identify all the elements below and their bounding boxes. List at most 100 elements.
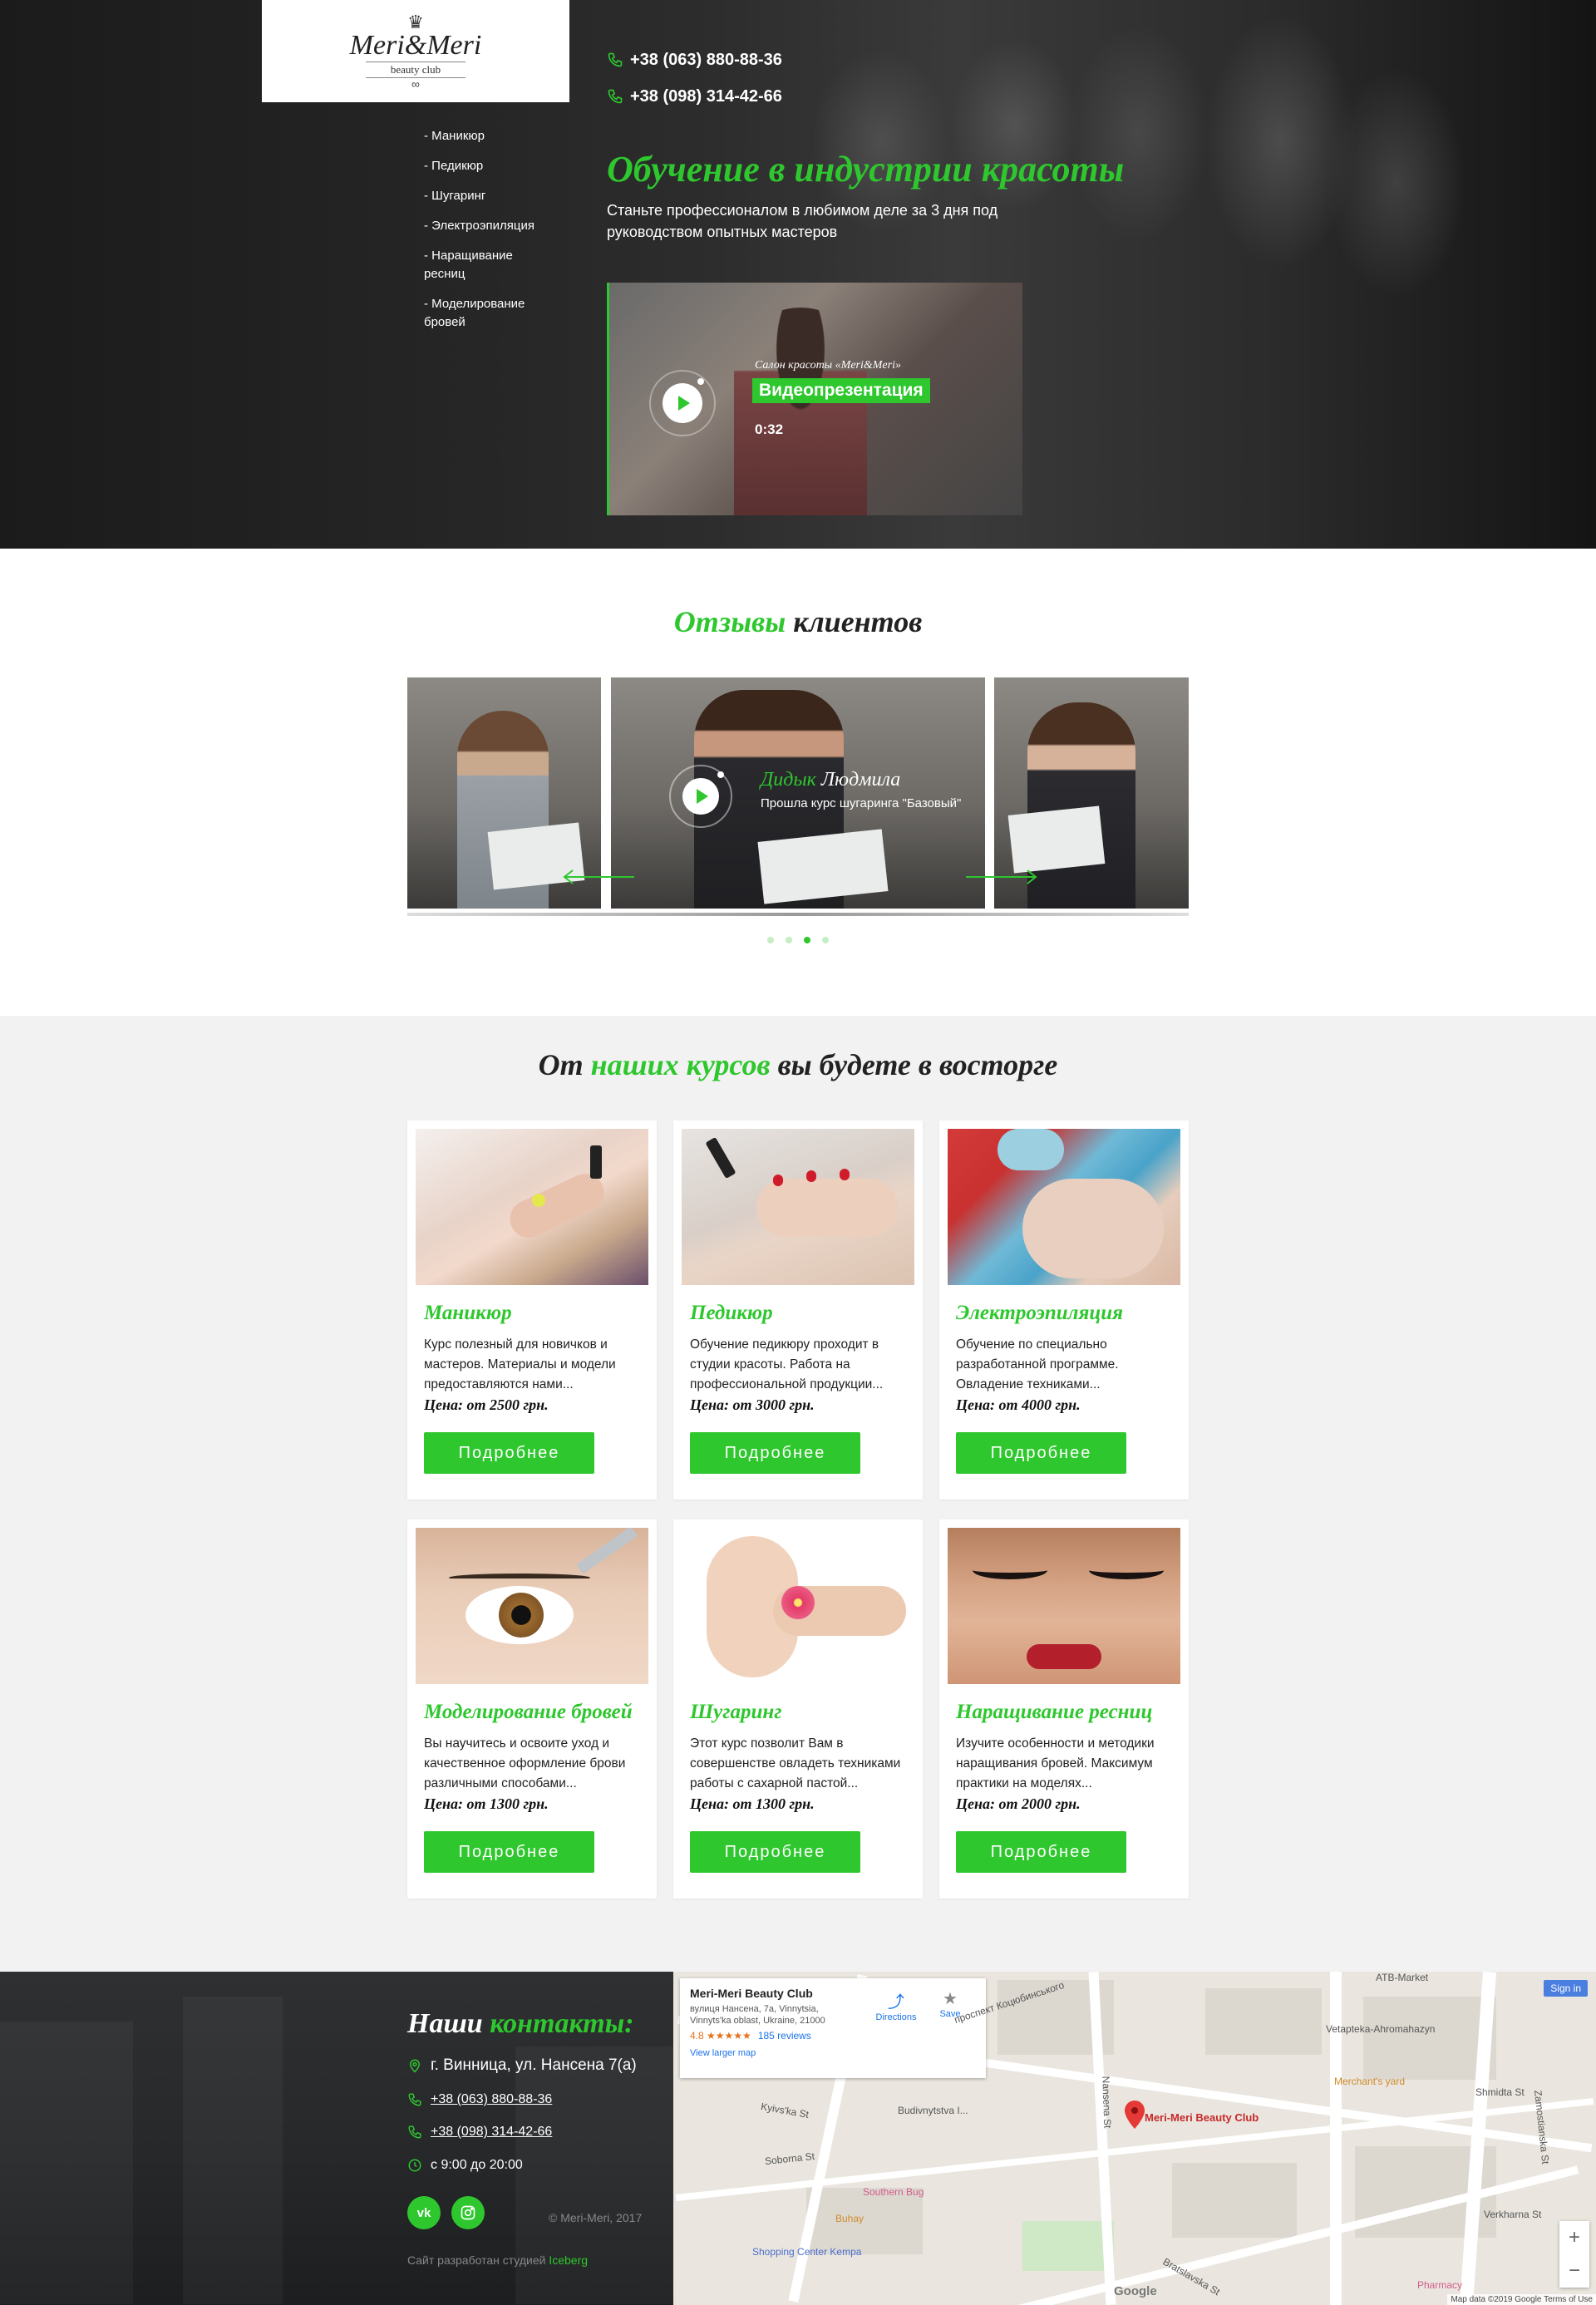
place-label: Buhay bbox=[835, 2213, 864, 2224]
reviews-title-accent: Отзывы bbox=[673, 605, 786, 638]
course-card-pedicure: Педикюр Обучение педикюру проходит в сту… bbox=[673, 1120, 923, 1500]
contact-hours: с 9:00 до 20:00 bbox=[407, 2158, 523, 2173]
play-icon bbox=[678, 396, 690, 411]
review-author-first: Дидык bbox=[761, 769, 816, 790]
reviews-title-rest: клиентов bbox=[786, 605, 923, 638]
course-price: Цена: от 1300 грн. bbox=[424, 1795, 549, 1812]
place-label: Budivnytstva I... bbox=[898, 2105, 968, 2116]
contacts-panel: Наши контакты: г. Винница, ул. Нансена 7… bbox=[0, 1972, 673, 2305]
google-logo: Google bbox=[1114, 2284, 1157, 2298]
hero-section: ♛ Meri&Meri beauty club ∞ - Маникюр - Пе… bbox=[0, 0, 1596, 549]
details-button[interactable]: Подробнее bbox=[424, 1831, 594, 1873]
course-title[interactable]: Электроэпиляция bbox=[956, 1302, 1123, 1325]
courses-section: От наших курсов вы будете в восторге Ман… bbox=[0, 1016, 1596, 1972]
reviews-slider: Дидык Людмила Прошла курс шугаринга "Баз… bbox=[407, 677, 1189, 916]
slider-divider bbox=[407, 913, 1189, 916]
phone-number: +38 (063) 880-88-36 bbox=[630, 50, 782, 69]
street-label: Nansena St bbox=[1100, 2076, 1114, 2129]
video-label: Видеопрезентация bbox=[752, 378, 930, 403]
course-title[interactable]: Шугаринг bbox=[690, 1701, 782, 1724]
hours-text: с 9:00 до 20:00 bbox=[431, 2158, 523, 2172]
phone-link-1[interactable]: +38 (063) 880-88-36 bbox=[607, 48, 782, 71]
instagram-icon[interactable] bbox=[451, 2196, 485, 2229]
details-button[interactable]: Подробнее bbox=[424, 1432, 594, 1474]
menu-item-electroepilation[interactable]: - Электроэпиляция bbox=[424, 217, 540, 235]
slider-dot[interactable] bbox=[786, 937, 792, 943]
map-reviews-link[interactable]: 185 reviews bbox=[758, 2030, 811, 2042]
contacts-title-start: Наши bbox=[407, 2008, 490, 2039]
courses-title-accent: наших курсов bbox=[590, 1048, 771, 1081]
menu-item-sugaring[interactable]: - Шугаринг bbox=[424, 187, 540, 205]
course-description: Курс полезный для новичков и мастеров. М… bbox=[424, 1337, 616, 1391]
map-credit[interactable]: Map data ©2019 Google Terms of Use bbox=[1447, 2294, 1596, 2305]
star-icon: ★ bbox=[943, 1990, 958, 2008]
slider-dot-active[interactable] bbox=[804, 937, 810, 943]
directions-label: Directions bbox=[875, 2012, 917, 2022]
course-title[interactable]: Моделирование бровей bbox=[424, 1701, 633, 1724]
contacts-title-accent: контакты: bbox=[490, 2008, 634, 2039]
contact-phone-2[interactable]: +38 (098) 314-42-66 bbox=[407, 2125, 552, 2140]
video-presentation[interactable]: Салон красоты «Meri&Meri» Видеопрезентац… bbox=[607, 283, 1022, 515]
review-course: Прошла курс шугаринга "Базовый" bbox=[761, 796, 962, 810]
vk-icon[interactable]: vk bbox=[407, 2196, 441, 2229]
course-menu: - Маникюр - Педикюр - Шугаринг - Электро… bbox=[424, 127, 540, 343]
course-description: Вы научитесь и освоите уход и качественн… bbox=[424, 1736, 626, 1790]
video-thumbnail-person bbox=[734, 308, 867, 515]
course-description: Обучение по специально разработанной про… bbox=[956, 1337, 1119, 1391]
directions-button[interactable]: ⤴ Directions bbox=[871, 1988, 921, 2022]
contact-address: г. Винница, ул. Нансена 7(а) bbox=[407, 2056, 637, 2075]
developer-link[interactable]: Iceberg bbox=[549, 2253, 588, 2267]
menu-item-eyelash-extension[interactable]: - Наращивание ресниц bbox=[424, 247, 540, 283]
video-duration: 0:32 bbox=[755, 421, 784, 437]
slider-dot[interactable] bbox=[767, 937, 774, 943]
slider-next-arrow[interactable] bbox=[964, 869, 1039, 885]
phone-link-2[interactable]: +38 (098) 314-42-66 bbox=[607, 85, 782, 108]
review-card-active[interactable]: Дидык Людмила Прошла курс шугаринга "Баз… bbox=[611, 677, 985, 909]
slider-dot[interactable] bbox=[822, 937, 829, 943]
course-title[interactable]: Наращивание ресниц bbox=[956, 1701, 1152, 1724]
contact-phone-1[interactable]: +38 (063) 880-88-36 bbox=[407, 2092, 552, 2107]
hero-phones: +38 (063) 880-88-36 +38 (098) 314-42-66 bbox=[607, 48, 782, 121]
place-label: Merchant's yard bbox=[1334, 2076, 1405, 2087]
course-price: Цена: от 4000 грн. bbox=[956, 1396, 1081, 1413]
developer-text: Сайт разработан студией bbox=[407, 2253, 549, 2267]
clock-icon bbox=[407, 2158, 422, 2173]
zoom-out-button[interactable]: − bbox=[1559, 2254, 1589, 2288]
details-button[interactable]: Подробнее bbox=[956, 1432, 1126, 1474]
map-rating: 4.8 ★★★★★ 185 reviews bbox=[690, 2030, 976, 2042]
phone-icon bbox=[407, 2125, 422, 2140]
play-button[interactable] bbox=[649, 370, 716, 436]
zoom-in-button[interactable]: + bbox=[1559, 2221, 1589, 2254]
course-description: Изучите особенности и методики наращиван… bbox=[956, 1736, 1155, 1790]
courses-title: От наших курсов вы будете в восторге bbox=[0, 1047, 1596, 1082]
slider-prev-arrow[interactable] bbox=[561, 869, 636, 885]
menu-item-pedicure[interactable]: - Педикюр bbox=[424, 157, 540, 175]
course-image-sugaring bbox=[682, 1528, 914, 1684]
menu-item-manicure[interactable]: - Маникюр bbox=[424, 127, 540, 145]
crown-icon: ♛ bbox=[407, 11, 424, 32]
map-pin-icon[interactable] bbox=[1125, 2101, 1145, 2129]
map-sign-in-button[interactable]: Sign in bbox=[1544, 1980, 1588, 1997]
phone-icon bbox=[607, 52, 623, 68]
menu-item-brow-modeling[interactable]: - Моделирование бровей bbox=[424, 295, 540, 332]
course-card-manicure: Маникюр Курс полезный для новичков и мас… bbox=[407, 1120, 657, 1500]
course-description: Обучение педикюру проходит в студии крас… bbox=[690, 1337, 884, 1391]
contacts-title: Наши контакты: bbox=[407, 2008, 634, 2040]
footer: Наши контакты: г. Винница, ул. Нансена 7… bbox=[0, 1972, 1596, 2305]
details-button[interactable]: Подробнее bbox=[956, 1831, 1126, 1873]
logo[interactable]: ♛ Meri&Meri beauty club ∞ bbox=[262, 0, 569, 102]
course-card-sugaring: Шугаринг Этот курс позволит Вам в соверш… bbox=[673, 1519, 923, 1899]
play-button[interactable] bbox=[669, 765, 732, 828]
details-button[interactable]: Подробнее bbox=[690, 1432, 860, 1474]
courses-title-end: вы будете в восторге bbox=[770, 1048, 1058, 1081]
flourish-icon: ∞ bbox=[411, 76, 420, 91]
details-button[interactable]: Подробнее bbox=[690, 1831, 860, 1873]
google-map[interactable]: Meri-Meri Beauty Club вулиця Нансена, 7а… bbox=[673, 1972, 1596, 2305]
view-larger-map-link[interactable]: View larger map bbox=[690, 2048, 976, 2058]
street-label: Verkharna St bbox=[1484, 2209, 1542, 2220]
copyright: © Meri-Meri, 2017 bbox=[549, 2211, 643, 2224]
course-title[interactable]: Маникюр bbox=[424, 1302, 512, 1325]
course-price: Цена: от 1300 грн. bbox=[690, 1795, 815, 1812]
course-title[interactable]: Педикюр bbox=[690, 1302, 773, 1325]
review-author: Дидык Людмила bbox=[761, 769, 900, 791]
